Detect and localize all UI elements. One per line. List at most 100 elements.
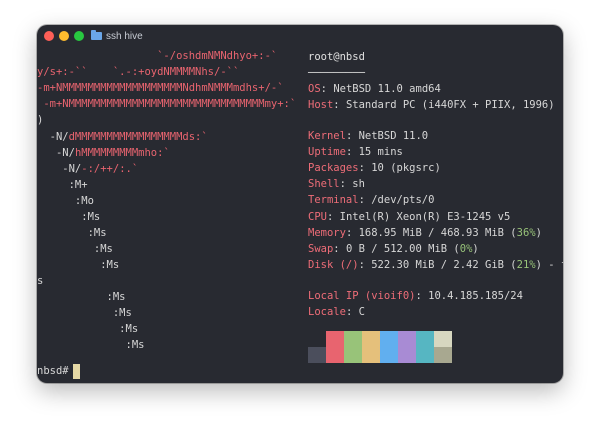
logo-segment: :Ms: [37, 339, 145, 351]
color-swatch: [326, 347, 344, 363]
logo-line: :Ms: [37, 258, 119, 273]
logo-line: :Ms: [37, 242, 113, 257]
info-value: 522.30 MiB / 2.42 GiB (: [371, 259, 517, 271]
info-row: Local IP (vioif0): 10.4.185.185/24: [308, 289, 523, 304]
info-colon: :: [415, 290, 429, 302]
info-tail: ): [472, 243, 479, 255]
logo-segment: :Ms: [37, 211, 101, 223]
info-value: 10.4.185.185/24: [428, 290, 523, 302]
logo-segment: -N/: [37, 147, 75, 159]
info-key: Uptime: [308, 146, 346, 158]
info-percent: 21%: [516, 259, 536, 271]
info-row: Locale: C: [308, 305, 365, 320]
logo-segment: :Ms: [37, 323, 139, 335]
logo-line: :Ms: [37, 210, 100, 225]
info-value: sh: [352, 178, 365, 190]
info-colon: :: [358, 259, 372, 271]
logo-line: y/s+:-`` `.-:+oydNMMMMNhs/-``: [37, 65, 239, 80]
logo-line: -N/hMMMMMMMMMmho:`: [37, 146, 170, 161]
info-row: Shell: sh: [308, 177, 365, 192]
info-tail: ) - f: [535, 259, 563, 271]
logo-segment: dMMMMMMMMMMMMMMMMMds:`: [68, 131, 208, 143]
logo-segment: y/s+:-`` `.-:+oydNMMMMNhs/-``: [37, 66, 240, 78]
info-row: Memory: 168.95 MiB / 468.93 MiB (36%): [308, 226, 542, 241]
terminal-output[interactable]: `-/oshdmNMNdhyo+:-` y/s+:-`` `.-:+oydNMMM…: [37, 25, 563, 383]
info-key: Disk (/): [308, 259, 359, 271]
info-key: Local IP (vioif0): [308, 290, 416, 302]
color-swatch: [344, 347, 362, 363]
logo-line: :M+: [37, 178, 88, 193]
info-value: C: [358, 306, 365, 318]
info-colon: :: [326, 211, 340, 223]
logo-line: -m+NMMMMMMMMMMMMMMMMMMMMMMMMMMMMMMMmy+:`: [37, 97, 296, 112]
logo-segment: -N/: [37, 131, 69, 143]
color-swatch: [416, 331, 434, 347]
color-swatch: [344, 331, 362, 347]
color-swatch: [398, 331, 416, 347]
info-colon: :: [358, 162, 372, 174]
terminal-window[interactable]: ssh hive `-/oshdmNMNdhyo+:-` y/s+:-`` `.-…: [37, 25, 563, 383]
info-colon: :: [345, 130, 359, 142]
info-value: 15 mins: [358, 146, 403, 158]
info-colon: :: [339, 178, 353, 190]
color-swatch: [416, 347, 434, 363]
info-key: Shell: [308, 178, 340, 190]
info-row: OS: NetBSD 11.0 amd64: [308, 82, 441, 97]
info-percent: 36%: [516, 227, 536, 239]
logo-segment: s: [37, 275, 44, 287]
logo-line: :Ms: [37, 290, 126, 305]
color-swatch: [380, 347, 398, 363]
info-row: Terminal: /dev/pts/0: [308, 193, 434, 208]
logo-segment: :Ms: [37, 307, 132, 319]
info-row: Uptime: 15 mins: [308, 145, 403, 160]
info-value: NetBSD 11.0: [358, 130, 429, 142]
info-tail: ): [535, 227, 542, 239]
info-row: Packages: 10 (pkgsrc): [308, 161, 441, 176]
color-swatch: [398, 347, 416, 363]
info-value: 0 B / 512.00 MiB (: [345, 243, 460, 255]
logo-line: :Ms: [37, 226, 107, 241]
logo-segment: :Ms: [37, 291, 126, 303]
logo-segment: :Mo: [37, 195, 94, 207]
logo-line: `-/oshdmNMNdhyo+:-`: [37, 49, 277, 64]
info-value: NetBSD 11.0 amd64: [333, 83, 441, 95]
logo-segment: :Ms: [37, 259, 120, 271]
info-row: Disk (/): 522.30 MiB / 2.42 GiB (21%) - …: [308, 258, 563, 273]
info-colon: :: [358, 194, 372, 206]
logo-line: ): [37, 113, 43, 128]
shell-prompt: nbsd#: [37, 365, 69, 377]
info-key: Host: [308, 99, 334, 111]
color-swatch: [362, 331, 380, 347]
info-key: Packages: [308, 162, 359, 174]
logo-line: :Ms: [37, 306, 132, 321]
color-swatch: [308, 331, 326, 347]
separator: ─────────: [308, 67, 365, 79]
color-swatch: [308, 347, 326, 363]
color-swatch: [362, 347, 380, 363]
logo-line: -N/-:/++/:.`: [37, 162, 138, 177]
logo-line: :Mo: [37, 194, 94, 209]
info-key: Memory: [308, 227, 346, 239]
logo-segment: -m+NMMMMMMMMMMMMMMMMMMMMMMMMMMMMMMMmy+:`: [37, 98, 297, 110]
info-colon: :: [320, 83, 334, 95]
logo-line: :Ms: [37, 322, 138, 337]
logo-line: -N/dMMMMMMMMMMMMMMMMMds:`: [37, 130, 208, 145]
info-colon: :: [345, 227, 359, 239]
info-key: Terminal: [308, 194, 359, 206]
info-colon: :: [345, 146, 359, 158]
user-host: root@nbsd: [308, 51, 365, 63]
info-row: Kernel: NetBSD 11.0: [308, 129, 428, 144]
info-colon: :: [345, 306, 359, 318]
info-row: Host: Standard PC (i440FX + PIIX, 1996) …: [308, 98, 563, 113]
info-value: /dev/pts/0: [371, 194, 435, 206]
info-key: CPU: [308, 211, 327, 223]
logo-segment: `-/oshdmNMNdhyo+:-`: [37, 50, 278, 62]
logo-line: -m+NMMMMMMMMMMMMMMMMMMMNdhmNMMMmdhs+/-`: [37, 81, 284, 96]
color-swatch: [326, 331, 344, 347]
logo-segment: hMMMMMMMMMmho:`: [74, 147, 170, 159]
logo-segment: :Ms: [37, 243, 113, 255]
info-value: Intel(R) Xeon(R) E3-1245 v5: [339, 211, 511, 223]
info-row: CPU: Intel(R) Xeon(R) E3-1245 v5: [308, 210, 510, 225]
logo-segment: :M+: [37, 179, 88, 191]
logo-segment: -:/++/:.`: [81, 163, 139, 175]
